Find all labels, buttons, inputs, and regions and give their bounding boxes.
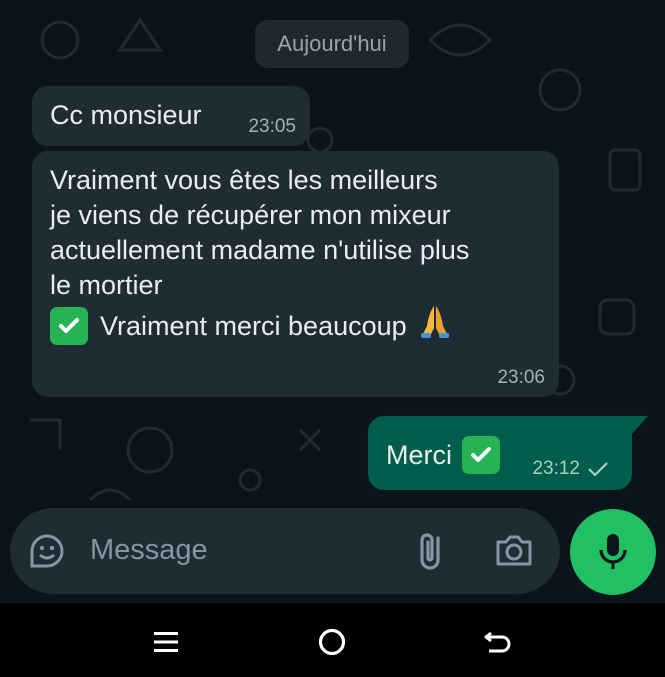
back-icon[interactable] [478, 622, 518, 662]
home-icon[interactable] [312, 622, 352, 662]
incoming-message[interactable]: Vraiment vous êtes les meilleurs je vien… [32, 151, 559, 397]
message-time: 23:06 [497, 367, 545, 388]
message-text: Cc monsieur [50, 100, 202, 130]
check-mark-button-icon [50, 307, 88, 345]
message-line: je viens de récupérer mon mixeur [50, 200, 451, 230]
check-mark-button-icon [462, 436, 500, 474]
bubble-tail [632, 416, 648, 434]
date-separator: Aujourd'hui [255, 20, 409, 68]
message-text-content: Merci [386, 439, 452, 470]
folded-hands-icon [419, 304, 451, 348]
sticker-icon[interactable] [28, 532, 66, 575]
camera-icon[interactable] [494, 532, 534, 573]
message-text: Vraiment vous êtes les meilleurs je vien… [50, 163, 469, 303]
attach-icon[interactable] [414, 530, 450, 577]
message-line: actuellement madame n'utilise plus [50, 235, 470, 265]
message-line: le mortier [50, 270, 163, 300]
message-line-text: Vraiment merci beaucoup [100, 310, 407, 341]
message-line: Vraiment vous êtes les meilleurs [50, 165, 438, 195]
recent-apps-icon[interactable] [146, 622, 186, 662]
message-meta: 23:12 [532, 458, 610, 480]
sent-check-icon [588, 462, 608, 477]
message-time: 23:05 [248, 116, 296, 137]
message-input[interactable]: Message [90, 534, 208, 567]
mic-icon [599, 534, 627, 569]
message-text: Merci [386, 436, 500, 474]
mic-button[interactable] [570, 509, 656, 595]
message-time: 23:12 [532, 458, 580, 479]
system-navigation-bar [0, 603, 665, 677]
message-composer: Message [10, 508, 560, 594]
incoming-message[interactable]: Cc monsieur 23:05 [32, 86, 310, 146]
message-line: Vraiment merci beaucoup [50, 304, 451, 348]
outgoing-message[interactable]: Merci 23:12 [368, 416, 648, 490]
